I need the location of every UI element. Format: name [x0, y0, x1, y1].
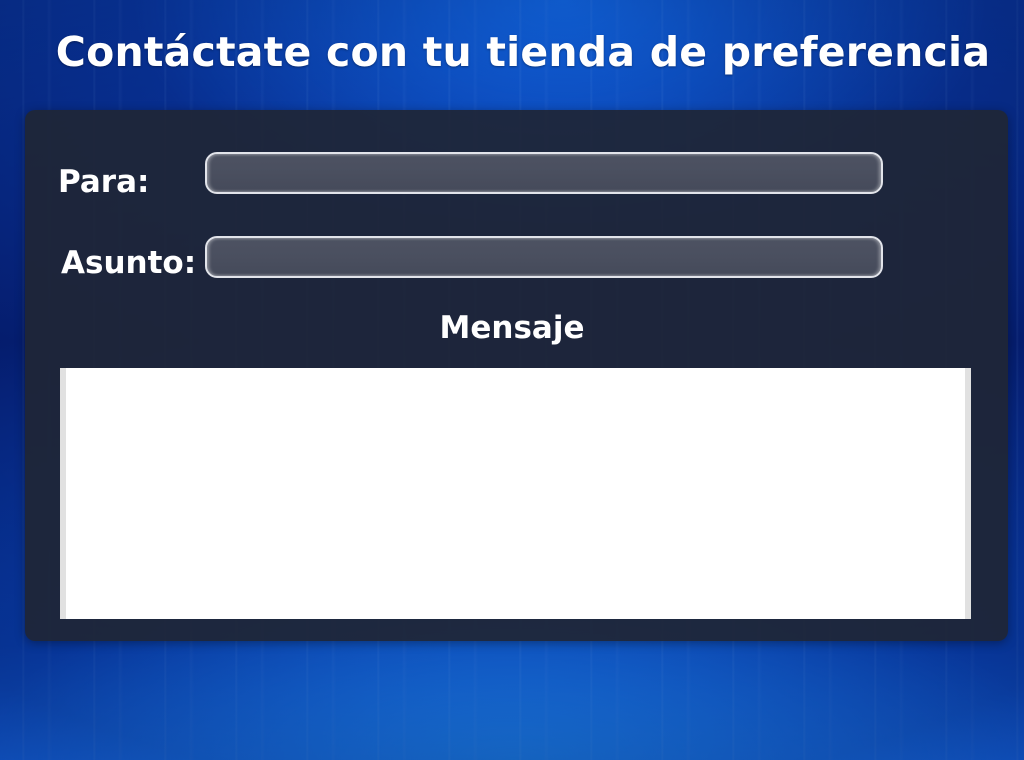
- to-field[interactable]: [205, 152, 883, 194]
- message-label: Mensaje: [439, 310, 585, 346]
- to-label: Para:: [58, 164, 150, 200]
- message-textarea[interactable]: [60, 368, 971, 619]
- contact-form-panel: Para: Asunto: Mensaje: [25, 110, 1008, 641]
- page-title: Contáctate con tu tienda de preferencia: [55, 28, 991, 76]
- subject-field[interactable]: [205, 236, 883, 278]
- subject-label: Asunto:: [61, 245, 197, 281]
